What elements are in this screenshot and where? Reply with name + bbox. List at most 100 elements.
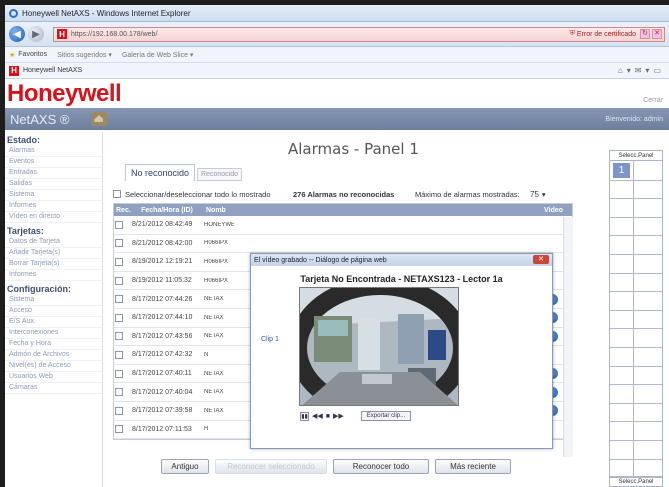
- sidebar-item-eventos[interactable]: Eventos: [5, 157, 102, 168]
- sidebar-item-es-aux[interactable]: E/S Aux.: [5, 317, 102, 328]
- sidebar-item-archivos[interactable]: Admón de Archivos: [5, 350, 102, 361]
- col-video[interactable]: Vídeo: [542, 207, 572, 214]
- page-title: Alarmas - Panel 1: [288, 140, 419, 158]
- browser-tab[interactable]: H Honeywell NetAXS: [9, 65, 82, 76]
- dialog-heading: Tarjeta No Encontrada - NETAXS123 - Lect…: [300, 274, 503, 284]
- row-checkbox[interactable]: [115, 257, 123, 266]
- home-icon[interactable]: [91, 112, 108, 126]
- grid-scrollbar[interactable]: [563, 217, 573, 457]
- ack-all-button[interactable]: Reconocer todo: [333, 459, 429, 474]
- favorites-bar: ★ Favoritos Sitios sugeridos ▾ Galería d…: [5, 47, 669, 63]
- chevron-down-icon[interactable]: ▾: [542, 190, 546, 199]
- sidebar-item-niveles-acceso[interactable]: Nivel(es) de Acceso: [5, 361, 102, 372]
- video-player[interactable]: [299, 287, 459, 406]
- sidebar-item-datos-tarjeta[interactable]: Datos de Tarjeta: [5, 237, 102, 248]
- row-checkbox[interactable]: [115, 369, 123, 378]
- row-name: HONEYWELL: [204, 221, 234, 228]
- sidebar-item-interconexiones[interactable]: Interconexiones: [5, 328, 102, 339]
- ack-selected-button[interactable]: Reconocer seleccionado: [215, 459, 327, 474]
- table-row[interactable]: 8/21/2012 08:42:49 HONEYWELL: [114, 216, 572, 235]
- newer-button[interactable]: Más reciente: [435, 459, 511, 474]
- clip-link[interactable]: Clip 1: [261, 336, 279, 343]
- stop-icon[interactable]: ✕: [652, 29, 662, 39]
- table-row[interactable]: 8/21/2012 08:42:00 H066IPX: [114, 235, 572, 254]
- sidebar-item-anadir-tarjeta[interactable]: Añadir Tarjeta(s): [5, 248, 102, 259]
- row-checkbox-cell: [114, 350, 128, 359]
- sidebar-item-entradas[interactable]: Entradas: [5, 168, 102, 179]
- refresh-icon[interactable]: ↻: [640, 29, 650, 39]
- col-nombre[interactable]: Nomb: [204, 207, 234, 214]
- cert-error-indicator[interactable]: ⛨ Error de certificado: [570, 30, 636, 38]
- url-field[interactable]: H https://192.168.00.178/web/ ⛨ Error de …: [53, 26, 665, 42]
- panel-selector-header: Selecc.Panel: [610, 151, 662, 161]
- row-checkbox-cell: [114, 239, 128, 248]
- toolbar-icons[interactable]: ⌂▾✉▾▭: [618, 66, 665, 75]
- panel-grid-line: [610, 328, 662, 330]
- sidebar-item-usuarios-web[interactable]: Usuarios Web: [5, 372, 102, 383]
- older-button[interactable]: Antiguo: [161, 459, 209, 474]
- row-checkbox-cell: [114, 276, 128, 285]
- select-all-checkbox[interactable]: [113, 190, 121, 198]
- row-checkbox[interactable]: [115, 350, 123, 359]
- panel-1-button[interactable]: 1: [613, 163, 630, 178]
- back-button[interactable]: ◀: [9, 26, 25, 42]
- export-clip-button[interactable]: Exportar clip...: [360, 411, 412, 421]
- sidebar-item-acceso[interactable]: Acceso: [5, 306, 102, 317]
- welcome-text: Bienvenido: admin: [605, 115, 663, 123]
- pause-icon[interactable]: ▮▮: [300, 411, 309, 421]
- window-title: Honeywell NetAXS - Windows Internet Expl…: [22, 8, 191, 18]
- row-checkbox-cell: [114, 332, 128, 341]
- sidebar-item-video[interactable]: Vídeo en directo: [5, 212, 102, 223]
- sidebar-item-informes-tarjeta[interactable]: Informes: [5, 270, 102, 281]
- row-checkbox[interactable]: [115, 425, 123, 434]
- row-date: 8/17/2012 07:44:10: [132, 314, 193, 322]
- sidebar-item-camaras[interactable]: Cámaras: [5, 383, 102, 394]
- col-rec[interactable]: Rec.: [114, 207, 131, 214]
- tab-no-reconocido[interactable]: No reconocido: [125, 164, 196, 181]
- row-checkbox[interactable]: [115, 239, 123, 248]
- browser-tab-row: H Honeywell NetAXS ⌂▾✉▾▭: [5, 63, 669, 79]
- forward-button[interactable]: ▶: [28, 26, 44, 42]
- sidebar-item-alarmas[interactable]: Alarmas: [5, 146, 102, 157]
- button-row: Antiguo Reconocer seleccionado Reconocer…: [161, 459, 511, 474]
- row-date: 8/21/2012 08:42:49: [132, 221, 193, 229]
- honeywell-logo: Honeywell: [7, 79, 122, 107]
- row-checkbox[interactable]: [115, 295, 123, 304]
- sidebar-item-sistema-config[interactable]: Sistema: [5, 295, 102, 306]
- sidebar-item-sistema[interactable]: Sistema: [5, 190, 102, 201]
- sidebar-item-fecha-hora[interactable]: Fecha y Hora: [5, 339, 102, 350]
- row-date: 8/17/2012 07:40:04: [132, 388, 193, 396]
- tab-reconocido[interactable]: Reconocido: [197, 168, 243, 181]
- row-checkbox[interactable]: [115, 406, 123, 415]
- fast-forward-icon[interactable]: ▶▶: [333, 412, 344, 420]
- grid-toolbar: Seleccionar/deseleccionar todo lo mostra…: [113, 187, 608, 201]
- max-alarms-select[interactable]: 75: [530, 190, 539, 199]
- fav-suggested-sites[interactable]: Sitios sugeridos ▾: [57, 51, 112, 59]
- row-date: 8/19/2012 12:19:21: [132, 258, 193, 266]
- close-icon[interactable]: ✕: [533, 255, 549, 264]
- sidebar-item-borrar-tarjeta[interactable]: Borrar Tarjeta(s): [5, 259, 102, 270]
- sidebar-item-salidas[interactable]: Salidas: [5, 179, 102, 190]
- section-tarjetas: Tarjetas:: [7, 226, 44, 236]
- row-name: H066IPX: [204, 258, 229, 265]
- row-checkbox[interactable]: [115, 276, 123, 285]
- close-link[interactable]: Cerrar: [643, 97, 663, 104]
- fav-web-slice[interactable]: Galería de Web Slice ▾: [122, 51, 193, 59]
- row-checkbox[interactable]: [115, 388, 123, 397]
- row-checkbox[interactable]: [115, 332, 123, 341]
- rewind-icon[interactable]: ◀◀: [312, 412, 323, 420]
- dialog-titlebar: El vídeo grabado -- Diálogo de página we…: [251, 254, 552, 266]
- stop-icon[interactable]: ■: [326, 413, 330, 420]
- row-checkbox[interactable]: [115, 220, 123, 229]
- panel-grid-line: [610, 254, 662, 255]
- address-bar: ◀ ▶ H https://192.168.00.178/web/ ⛨ Error…: [5, 22, 669, 47]
- row-name: NETAX: [204, 407, 224, 414]
- row-name: NETAX: [204, 370, 224, 377]
- sidebar-item-informes[interactable]: Informes: [5, 201, 102, 212]
- row-checkbox[interactable]: [115, 313, 123, 322]
- row-checkbox-cell: [114, 295, 128, 304]
- col-fecha[interactable]: Fecha/Hora (ID): [128, 207, 204, 214]
- star-icon[interactable]: ★: [9, 51, 15, 59]
- alarm-count: 276 Alarmas no reconocidas: [293, 189, 395, 199]
- favorites-label[interactable]: Favoritos: [18, 51, 47, 58]
